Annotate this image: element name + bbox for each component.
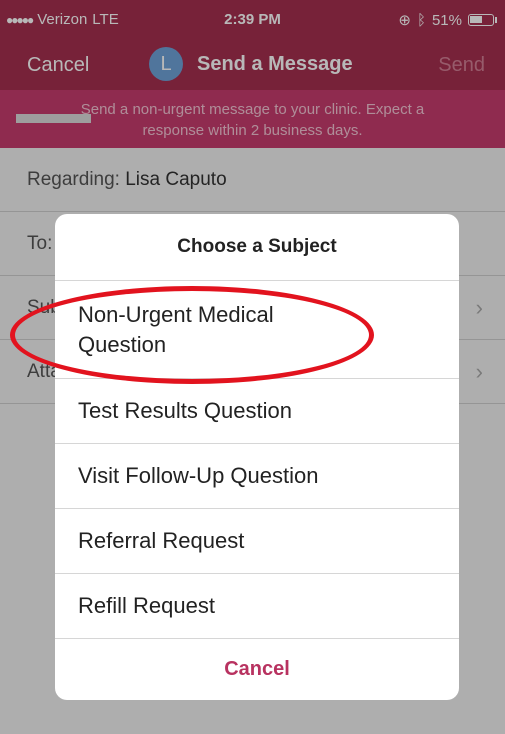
dialog-title: Choose a Subject [177, 236, 337, 257]
option-refill-request[interactable]: Refill Request [55, 573, 459, 638]
dialog-cancel-button[interactable]: Cancel [55, 638, 459, 698]
subject-picker-dialog: Choose a Subject Non-Urgent Medical Ques… [55, 214, 459, 700]
option-referral-request[interactable]: Referral Request [55, 508, 459, 573]
option-test-results-question[interactable]: Test Results Question [55, 378, 459, 443]
option-visit-follow-up-question[interactable]: Visit Follow-Up Question [55, 443, 459, 508]
highlight-annotation-ring [10, 286, 374, 384]
modal-backdrop-top [0, 0, 505, 148]
